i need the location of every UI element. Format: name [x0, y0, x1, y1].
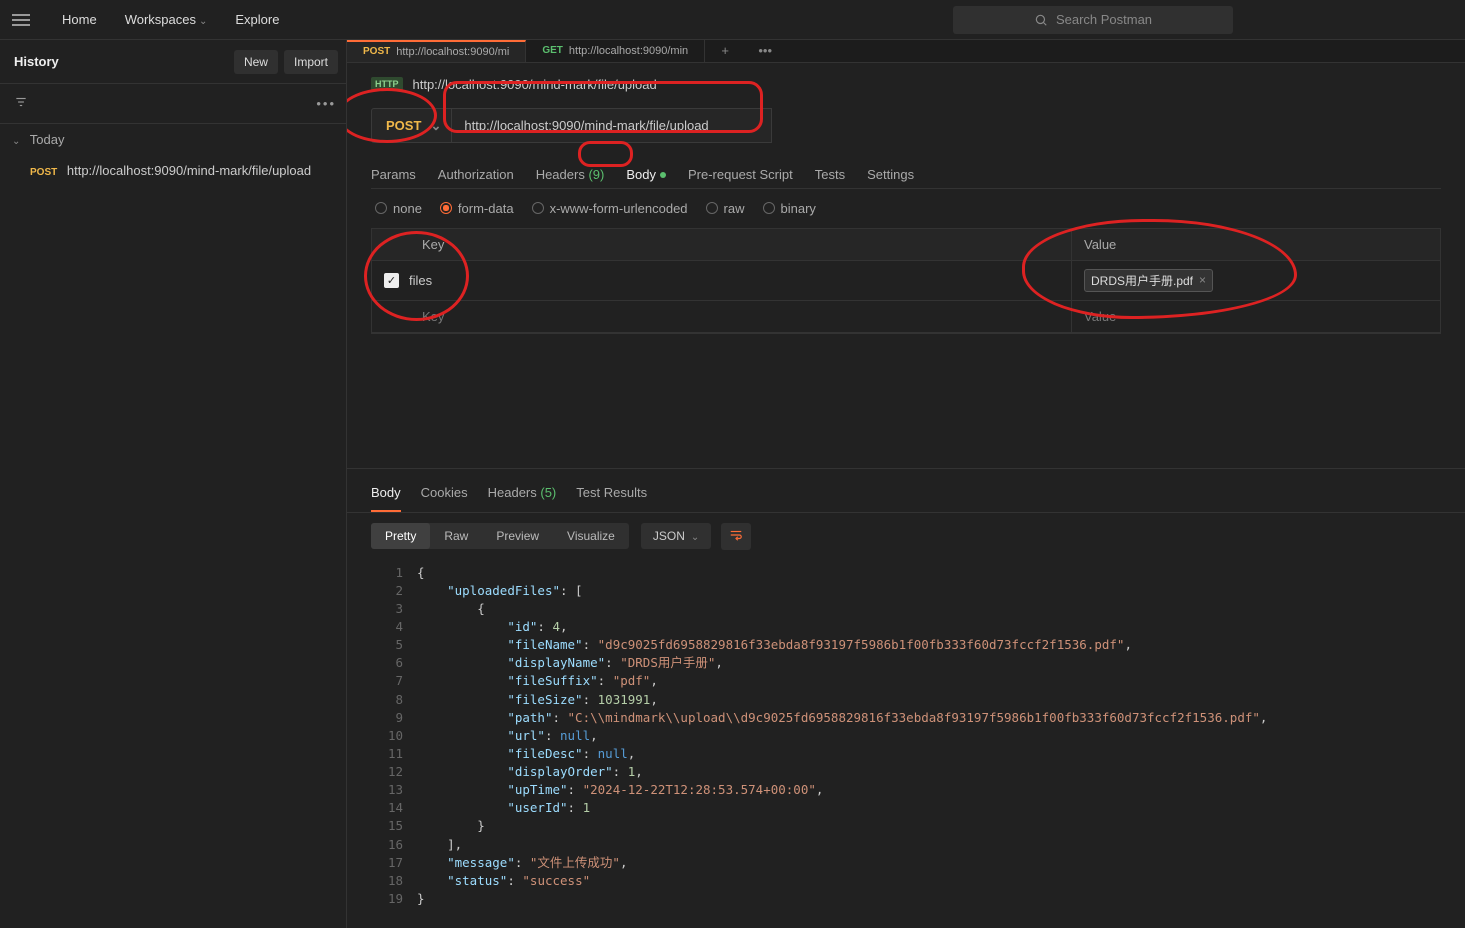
- table-header-key: Key: [372, 229, 1072, 260]
- radio-form-data[interactable]: form-data: [440, 201, 514, 216]
- search-input[interactable]: Search Postman: [953, 6, 1233, 34]
- history-item[interactable]: POST http://localhost:9090/mind-mark/fil…: [0, 155, 346, 186]
- filter-icon[interactable]: [10, 91, 32, 116]
- tab-params[interactable]: Params: [371, 161, 416, 188]
- radio-binary[interactable]: binary: [763, 201, 816, 216]
- request-tab-0[interactable]: POST http://localhost:9090/mi: [347, 40, 526, 62]
- resp-tab-headers[interactable]: Headers (5): [488, 479, 557, 512]
- history-group-today[interactable]: ⌄ Today: [0, 124, 346, 155]
- format-select[interactable]: JSON⌄: [641, 523, 711, 549]
- remove-file-icon[interactable]: ×: [1199, 273, 1206, 287]
- form-data-table: Key Value ✓ files DRDS用户手册.pdf ×: [371, 228, 1441, 334]
- url-input[interactable]: [452, 108, 772, 143]
- sidebar-title: History: [14, 54, 228, 69]
- resp-tab-cookies[interactable]: Cookies: [421, 479, 468, 512]
- resp-tab-test-results[interactable]: Test Results: [576, 479, 647, 512]
- tab-headers[interactable]: Headers (9): [536, 161, 605, 188]
- view-preview[interactable]: Preview: [482, 523, 553, 549]
- view-pretty[interactable]: Pretty: [371, 523, 430, 549]
- search-icon: [1034, 13, 1048, 27]
- wrap-lines-button[interactable]: [721, 523, 751, 550]
- radio-x-www-form[interactable]: x-www-form-urlencoded: [532, 201, 688, 216]
- more-icon[interactable]: •••: [316, 96, 336, 111]
- form-key[interactable]: files: [409, 273, 432, 288]
- form-value-input[interactable]: Value: [1072, 301, 1440, 332]
- table-header-value: Value: [1072, 229, 1440, 260]
- modified-dot-icon: [660, 172, 666, 178]
- import-button[interactable]: Import: [284, 50, 338, 74]
- resp-tab-body[interactable]: Body: [371, 479, 401, 512]
- method-badge: POST: [30, 167, 57, 178]
- radio-none[interactable]: none: [375, 201, 422, 216]
- tab-settings[interactable]: Settings: [867, 161, 914, 188]
- menu-icon[interactable]: [12, 11, 30, 29]
- tab-prerequest[interactable]: Pre-request Script: [688, 161, 793, 188]
- chevron-down-icon: ⌄: [199, 16, 207, 27]
- nav-explore[interactable]: Explore: [221, 12, 293, 27]
- tab-more-icon[interactable]: •••: [745, 40, 785, 62]
- tab-body[interactable]: Body: [626, 161, 666, 188]
- request-tab-1[interactable]: GET http://localhost:9090/min: [526, 40, 705, 62]
- method-badge: POST: [363, 46, 390, 57]
- nav-workspaces[interactable]: Workspaces⌄: [111, 12, 222, 27]
- sidebar: History New Import ••• ⌄ Today POST http…: [0, 40, 347, 928]
- method-badge: GET: [542, 45, 563, 56]
- row-checkbox[interactable]: ✓: [384, 273, 399, 288]
- tab-authorization[interactable]: Authorization: [438, 161, 514, 188]
- breadcrumb: http://localhost:9090/mind-mark/file/upl…: [413, 77, 657, 92]
- tab-tests[interactable]: Tests: [815, 161, 845, 188]
- method-select[interactable]: POST: [371, 108, 452, 143]
- chevron-down-icon: ⌄: [12, 136, 20, 147]
- view-raw[interactable]: Raw: [430, 523, 482, 549]
- chevron-down-icon: ⌄: [691, 532, 699, 543]
- add-tab-button[interactable]: +: [705, 40, 745, 62]
- view-visualize[interactable]: Visualize: [553, 523, 629, 549]
- new-button[interactable]: New: [234, 50, 278, 74]
- response-body[interactable]: 1{2 "uploadedFiles": [3 {4 "id": 4,5 "fi…: [347, 560, 1465, 928]
- file-chip[interactable]: DRDS用户手册.pdf ×: [1084, 269, 1213, 292]
- nav-home[interactable]: Home: [48, 12, 111, 27]
- http-badge: HTTP: [371, 77, 403, 91]
- form-key-input[interactable]: Key: [372, 301, 1072, 332]
- radio-raw[interactable]: raw: [706, 201, 745, 216]
